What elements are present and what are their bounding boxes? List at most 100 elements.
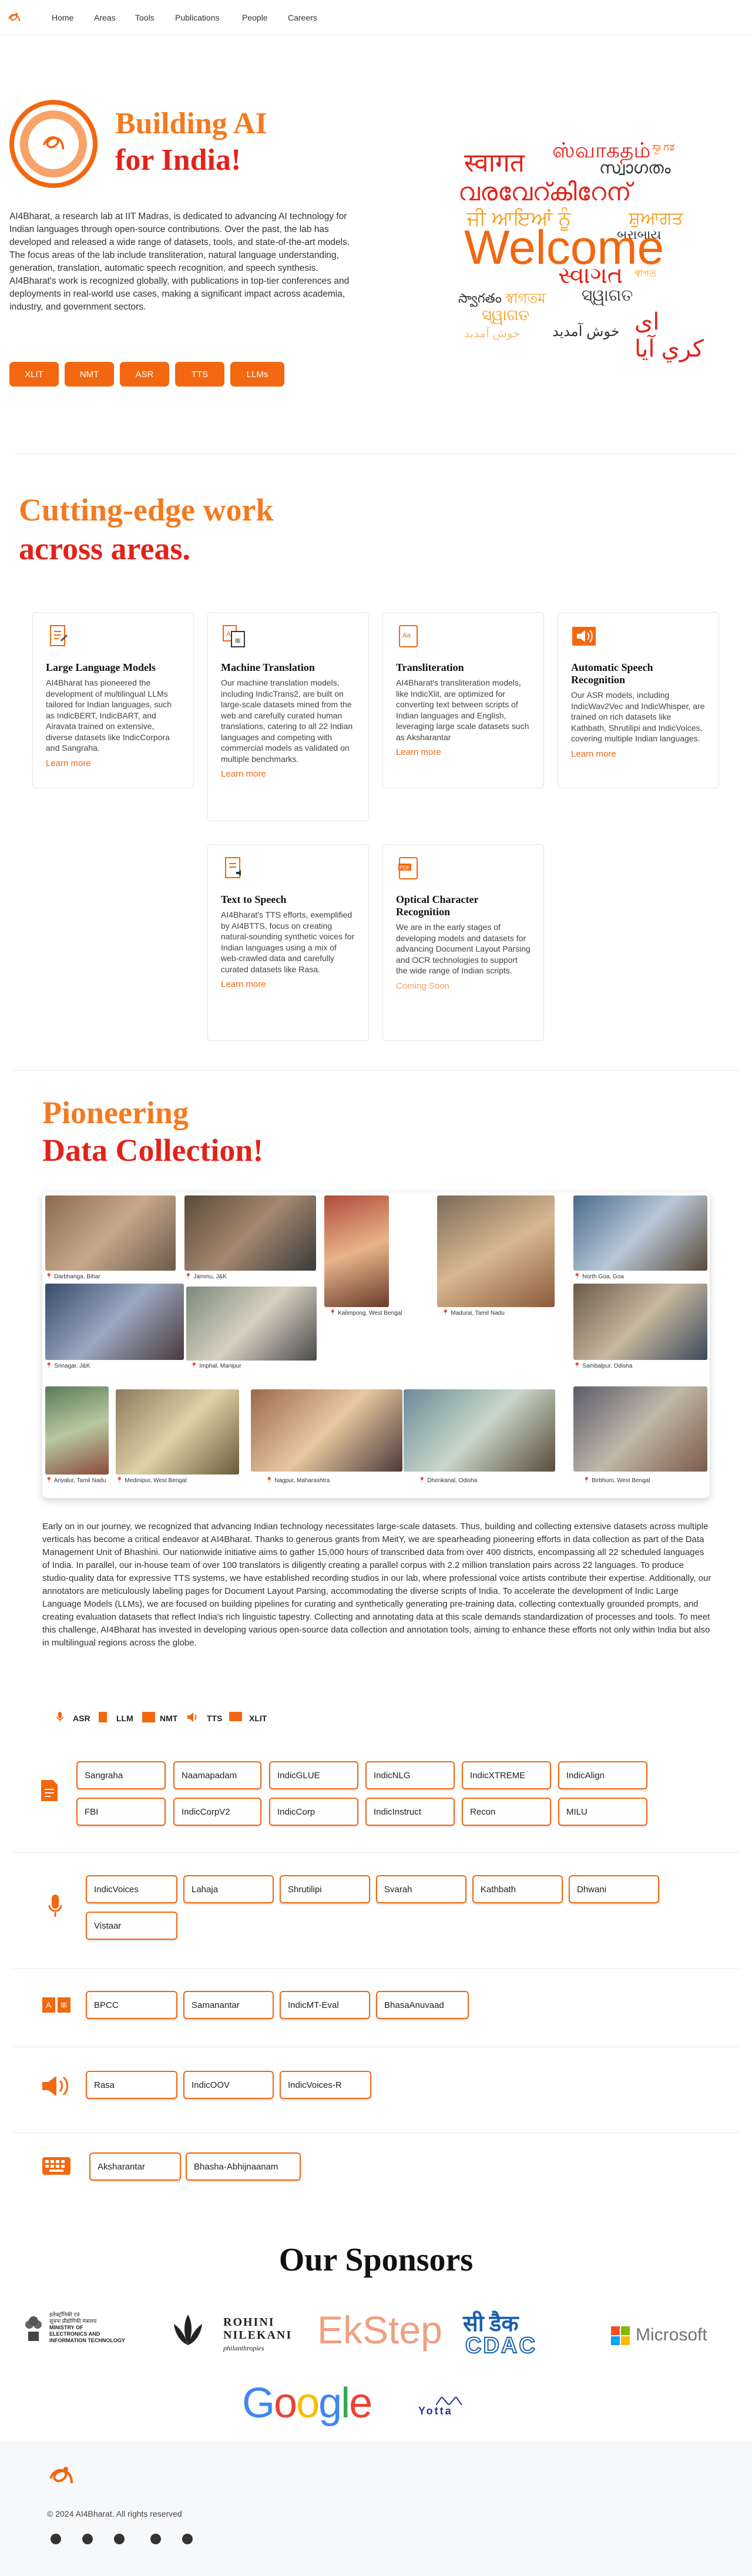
dataset-pill[interactable]: Dhwani: [569, 1875, 659, 1903]
area-card-mt[interactable]: Aक Machine Translation Our machine trans…: [207, 612, 369, 821]
discord-icon[interactable]: [182, 2534, 193, 2544]
field-photo: [45, 1284, 184, 1360]
nav-areas[interactable]: Areas: [94, 13, 116, 22]
dataset-pill[interactable]: Vistaar: [86, 1912, 177, 1940]
data-collection-description: Early on in our journey, we recognized t…: [42, 1522, 711, 1648]
learn-more-link[interactable]: Learn more: [46, 758, 180, 768]
dataset-pill[interactable]: IndicOOV: [183, 2071, 274, 2099]
card-text: We are in the early stages of developing…: [396, 922, 531, 975]
area-card-tts[interactable]: Text to Speech AI4Bharat's TTS efforts, …: [207, 844, 369, 1041]
area-card-ocr[interactable]: PDF Optical Character Recognition We are…: [382, 844, 544, 1041]
svg-text:A: A: [226, 630, 231, 638]
sponsor-ekstep-logo[interactable]: EkStep: [317, 2308, 442, 2352]
asr-button[interactable]: ASR: [120, 362, 169, 387]
welcome-word: സ്വാഗതം: [599, 159, 671, 177]
sponsor-microsoft-logo[interactable]: Microsoft: [611, 2325, 723, 2349]
learn-more-link[interactable]: Learn more: [571, 749, 706, 759]
tts-icon: [225, 857, 241, 878]
asr-mic-icon: [48, 1895, 62, 1917]
learn-more-link[interactable]: Learn more: [221, 979, 355, 989]
areas-title-line2: across areas.: [19, 531, 190, 566]
dataset-pill[interactable]: MILU: [558, 1798, 647, 1826]
dataset-pill[interactable]: IndicMT-Eval: [280, 1991, 370, 2019]
field-photo: [116, 1389, 239, 1475]
card-title: Machine Translation: [221, 661, 315, 673]
svg-text:क: क: [235, 637, 241, 645]
twitter-icon[interactable]: [51, 2534, 61, 2544]
footer-logo-icon[interactable]: [47, 2464, 75, 2490]
card-title: Transliteration: [396, 661, 464, 673]
welcome-word: ಸ್ವಾಗತ: [652, 141, 675, 153]
dataset-pill[interactable]: Shrutilipi: [280, 1875, 370, 1903]
dataset-pill[interactable]: IndicNLG: [365, 1761, 455, 1789]
location-label: 📍 Darbhanga, Bihar: [45, 1274, 100, 1280]
dataset-pill[interactable]: Rasa: [86, 2071, 177, 2099]
dataset-pill[interactable]: Svarah: [376, 1875, 466, 1903]
area-card-llm[interactable]: Large Language Models AI4Bharat has pion…: [32, 612, 194, 788]
hero-emblem: [9, 100, 98, 188]
location-label: 📍 Ariyalur, Tamil Nadu: [45, 1477, 106, 1484]
tts-button[interactable]: TTS: [175, 362, 224, 387]
card-text: Our machine translation models, includin…: [221, 678, 353, 764]
sponsor-rohini-logo[interactable]: ROHINI NILEKANI philanthropies: [170, 2310, 294, 2352]
sponsors-title: Our Sponsors: [278, 2242, 474, 2278]
welcome-word: સ્વાગત: [558, 263, 623, 288]
nav-home[interactable]: Home: [52, 13, 73, 22]
card-text: AI4Bharat's TTS efforts, exemplified by …: [221, 910, 355, 974]
location-label: 📍 Kalimpong, West Bengal: [329, 1310, 402, 1316]
field-photo: [573, 1195, 707, 1271]
linkedin-icon[interactable]: [82, 2534, 93, 2544]
nav-publications[interactable]: Publications: [175, 13, 220, 22]
dataset-pill[interactable]: Recon: [462, 1798, 551, 1826]
nav-people[interactable]: People: [242, 13, 268, 22]
microsoft-icon: [611, 2326, 630, 2345]
dataset-pill[interactable]: BPCC: [86, 1991, 177, 2019]
dataset-pill[interactable]: Naamapadam: [173, 1761, 261, 1789]
dataset-pill[interactable]: Sangraha: [76, 1761, 166, 1789]
dataset-pill[interactable]: Aksharantar: [89, 2152, 181, 2181]
dataset-pill[interactable]: IndicCorp: [269, 1798, 358, 1826]
sponsor-yotta-logo[interactable]: Yotta: [418, 2397, 483, 2420]
sponsor-meity-logo[interactable]: इलेक्ट्रॉनिकी एवं सूचना प्रौद्योगिकी मंत्…: [24, 2312, 188, 2347]
dataset-pill[interactable]: BhasaAnuvaad: [376, 1991, 469, 2019]
area-card-translit[interactable]: Aa Transliteration AI4Bharat's translite…: [382, 612, 544, 788]
dataset-pill[interactable]: IndicCorpV2: [173, 1798, 261, 1826]
hero-title-line1: Building AI: [115, 107, 267, 140]
dataset-pill[interactable]: Bhasha-Abhijnaanam: [186, 2152, 301, 2181]
area-card-asr[interactable]: Automatic Speech Recognition Our ASR mod…: [558, 612, 719, 788]
legend-xlit: XLIT: [249, 1714, 267, 1723]
learn-more-link[interactable]: Learn more: [221, 769, 355, 779]
xlit-button[interactable]: XLIT: [9, 362, 59, 387]
dataset-pill[interactable]: Samanantar: [183, 1991, 274, 2019]
dataset-pill[interactable]: IndicGLUE: [269, 1761, 358, 1789]
llms-button[interactable]: LLMs: [230, 362, 284, 387]
learn-more-link[interactable]: Learn more: [396, 747, 531, 757]
dataset-pill[interactable]: IndicAlign: [558, 1761, 647, 1789]
legend-asr: ASR: [73, 1714, 90, 1723]
dataset-pill[interactable]: IndicVoices-R: [280, 2071, 371, 2099]
dataset-pill[interactable]: Kathbath: [472, 1875, 563, 1903]
sponsor-cdac-logo[interactable]: सी डैक CDAC: [463, 2308, 580, 2359]
ai4bharat-logo-icon[interactable]: [7, 12, 21, 25]
areas-title: Cutting-edge work across areas.: [19, 491, 273, 568]
nmt-button[interactable]: NMT: [65, 362, 114, 387]
coming-soon-link[interactable]: Coming Soon: [396, 981, 531, 991]
field-photo: [45, 1195, 176, 1271]
svg-text:A: A: [46, 2000, 52, 2010]
dataset-pill[interactable]: IndicXTREME: [462, 1761, 551, 1789]
card-title: Text to Speech: [221, 894, 287, 905]
card-text: AI4Bharat has pioneered the development …: [46, 678, 172, 753]
sponsor-google-logo[interactable]: Google: [242, 2379, 372, 2427]
dataset-pill[interactable]: IndicVoices: [86, 1875, 177, 1903]
field-photo: [186, 1287, 317, 1361]
nav-tools[interactable]: Tools: [135, 13, 155, 22]
github-icon[interactable]: [150, 2534, 161, 2544]
dataset-pill[interactable]: IndicInstruct: [365, 1798, 455, 1826]
youtube-icon[interactable]: [114, 2534, 125, 2544]
areas-title-line1: Cutting-edge work: [19, 492, 274, 528]
llm-document-icon: [41, 1780, 58, 1801]
dataset-pill[interactable]: FBI: [76, 1798, 166, 1826]
hero-title-line2: for India!: [115, 143, 241, 177]
dataset-pill[interactable]: Lahaja: [183, 1875, 274, 1903]
nav-careers[interactable]: Careers: [288, 13, 317, 22]
